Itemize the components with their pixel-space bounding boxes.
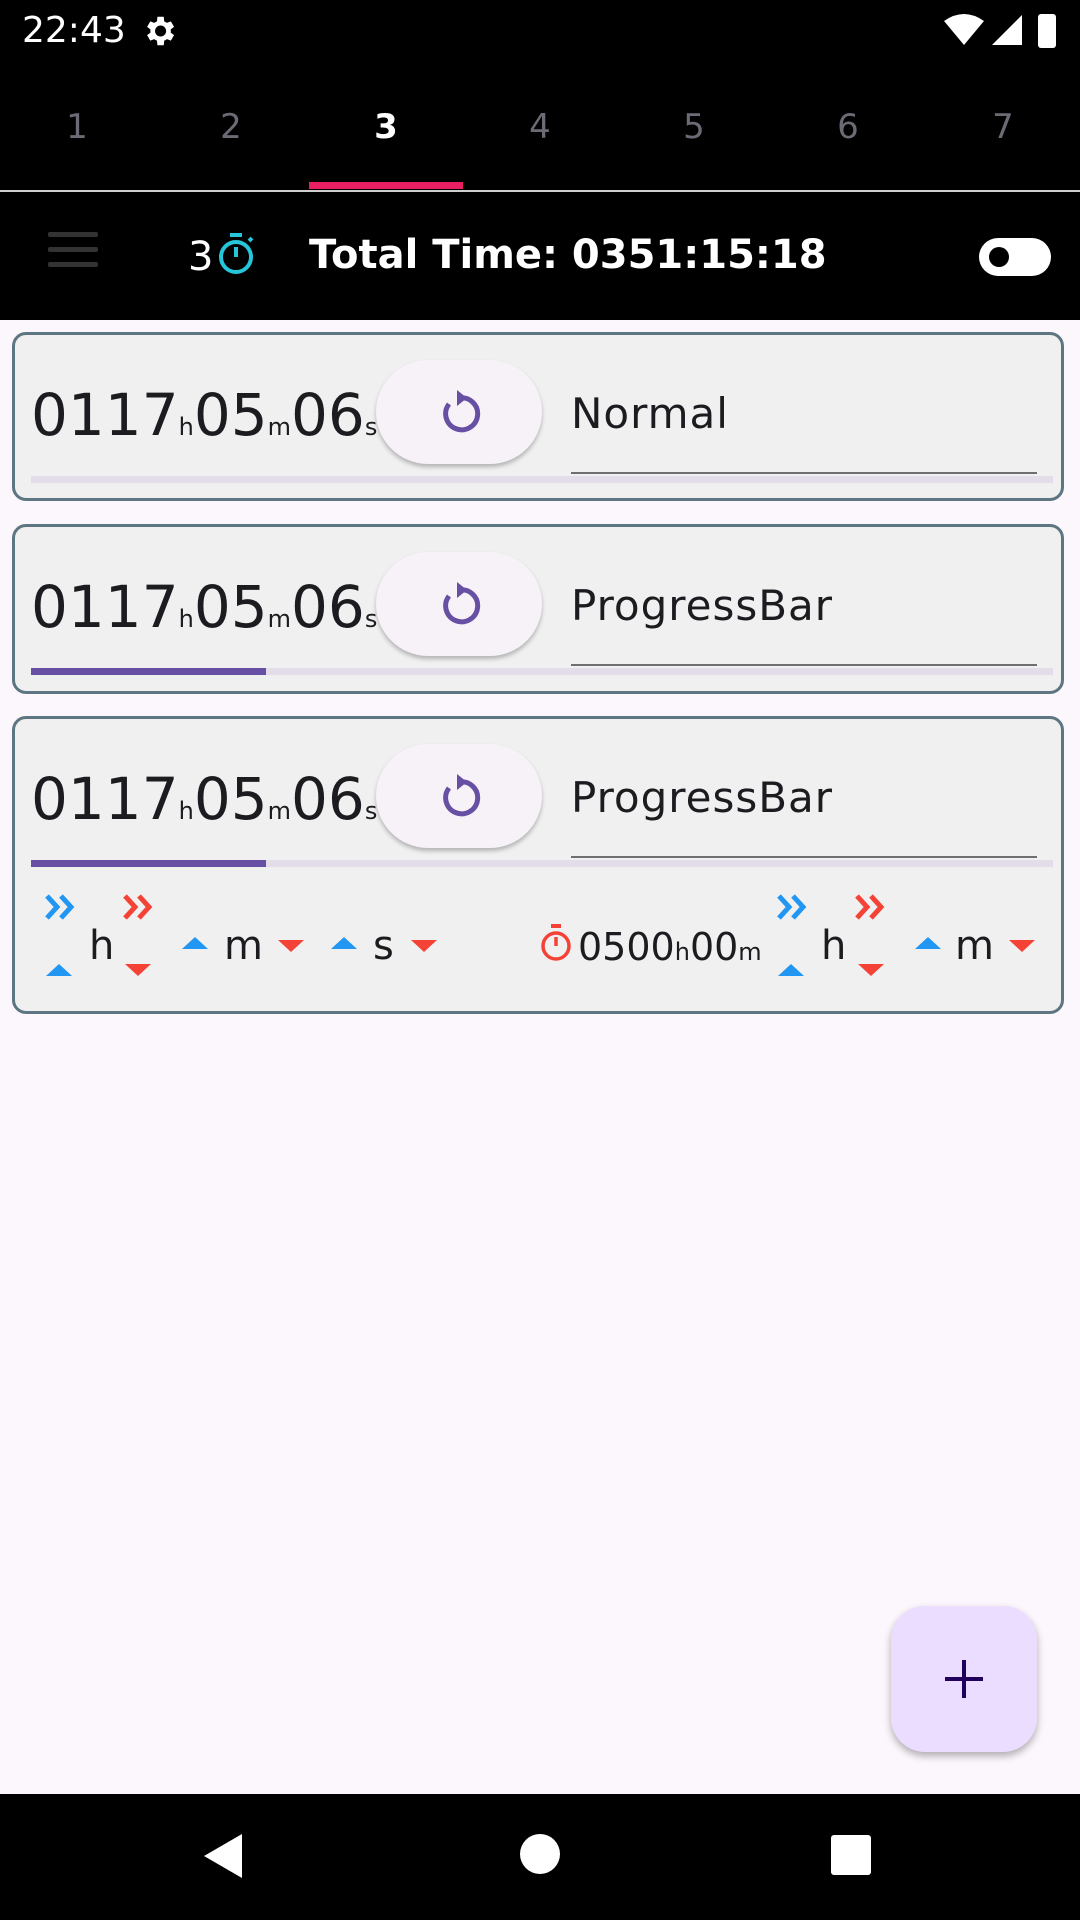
timer-name[interactable]: ProgressBar bbox=[571, 773, 833, 822]
target-hours: 0500 bbox=[578, 925, 675, 969]
reset-button[interactable] bbox=[376, 552, 542, 656]
target-minutes-unit: m bbox=[738, 938, 762, 966]
back-icon[interactable] bbox=[202, 1832, 244, 1880]
target-hours-unit: h bbox=[674, 938, 690, 966]
name-underline bbox=[571, 856, 1037, 858]
tab-5[interactable]: 5 bbox=[617, 64, 771, 190]
tab-4[interactable]: 4 bbox=[463, 64, 617, 190]
target-time: 0500h00m bbox=[578, 925, 762, 969]
target-minutes-label: m bbox=[955, 923, 994, 969]
plus-icon bbox=[945, 1660, 983, 1698]
signal-icon bbox=[992, 15, 1022, 45]
minutes-unit: m bbox=[267, 797, 292, 825]
navigation-bar bbox=[0, 1794, 1080, 1920]
elapsed-time: 0117h05m06s bbox=[31, 765, 377, 833]
status-bar: 22:43 bbox=[0, 0, 1080, 64]
hours-up-button[interactable] bbox=[46, 964, 72, 976]
gear-icon bbox=[147, 16, 175, 46]
timer-icon bbox=[541, 924, 571, 961]
seconds-up-button[interactable] bbox=[331, 937, 357, 949]
elapsed-time: 0117h05m06s bbox=[31, 381, 377, 449]
timer-count: 3 bbox=[188, 234, 214, 280]
hours-unit: h bbox=[178, 797, 194, 825]
minutes-value: 05 bbox=[193, 765, 268, 833]
timer-card: 0117h05m06s ProgressBar h m s 0500h00m h bbox=[12, 716, 1064, 1014]
minutes-up-button[interactable] bbox=[182, 937, 208, 949]
tab-7[interactable]: 7 bbox=[926, 64, 1080, 190]
hours-unit: h bbox=[178, 605, 194, 633]
name-underline bbox=[571, 664, 1037, 666]
hours-fast-down-icon[interactable] bbox=[123, 894, 157, 920]
add-timer-button[interactable] bbox=[891, 1606, 1037, 1752]
menu-icon[interactable] bbox=[48, 232, 98, 274]
minutes-label: m bbox=[224, 923, 263, 969]
tab-indicator bbox=[309, 182, 463, 189]
minutes-value: 05 bbox=[193, 381, 268, 449]
elapsed-time: 0117h05m06s bbox=[31, 573, 377, 641]
timer-name[interactable]: Normal bbox=[571, 389, 729, 438]
tab-2[interactable]: 2 bbox=[154, 64, 308, 190]
seconds-label: s bbox=[373, 923, 394, 969]
refresh-icon bbox=[443, 582, 481, 625]
progress-fill bbox=[31, 860, 267, 867]
seconds-value: 06 bbox=[291, 573, 365, 641]
progress-track bbox=[31, 476, 1053, 483]
hours-unit: h bbox=[178, 413, 194, 441]
header-bar: 3 Total Time: 0351:15:18 bbox=[0, 192, 1080, 320]
battery-icon bbox=[1038, 14, 1056, 48]
timer-name[interactable]: ProgressBar bbox=[571, 581, 833, 630]
tab-bar: 1 2 3 4 5 6 7 bbox=[0, 64, 1080, 192]
progress-track bbox=[31, 860, 1053, 867]
hours-down-button[interactable] bbox=[125, 964, 151, 976]
name-underline bbox=[571, 472, 1037, 474]
stopwatch-icon bbox=[219, 233, 254, 274]
hours-value: 0117 bbox=[31, 765, 179, 833]
target-hours-up-button[interactable] bbox=[778, 964, 804, 976]
recents-icon[interactable] bbox=[831, 1835, 871, 1875]
status-time: 22:43 bbox=[22, 10, 126, 51]
toggle-knob bbox=[989, 247, 1009, 267]
minutes-unit: m bbox=[267, 413, 292, 441]
toggle-switch[interactable] bbox=[979, 238, 1051, 276]
minutes-value: 05 bbox=[193, 573, 268, 641]
hours-value: 0117 bbox=[31, 573, 179, 641]
timer-card: 0117h05m06s Normal bbox=[12, 332, 1064, 501]
refresh-icon bbox=[443, 774, 481, 817]
tab-6[interactable]: 6 bbox=[771, 64, 925, 190]
hours-value: 0117 bbox=[31, 381, 179, 449]
hours-fast-up-icon[interactable] bbox=[45, 894, 79, 920]
target-minutes-up-button[interactable] bbox=[915, 937, 941, 949]
tab-1[interactable]: 1 bbox=[0, 64, 154, 190]
home-icon[interactable] bbox=[520, 1834, 560, 1874]
seconds-down-button[interactable] bbox=[411, 940, 437, 952]
wifi-icon bbox=[944, 14, 984, 45]
target-minutes: 00 bbox=[689, 925, 739, 969]
refresh-icon bbox=[443, 390, 481, 433]
target-hours-label: h bbox=[821, 923, 847, 969]
seconds-value: 06 bbox=[291, 765, 365, 833]
total-time: Total Time: 0351:15:18 bbox=[309, 232, 827, 278]
progress-fill bbox=[31, 668, 267, 675]
seconds-value: 06 bbox=[291, 381, 365, 449]
timer-card: 0117h05m06s ProgressBar bbox=[12, 524, 1064, 694]
target-minutes-down-button[interactable] bbox=[1009, 940, 1035, 952]
target-hours-fast-up-icon[interactable] bbox=[777, 894, 811, 920]
hours-label: h bbox=[89, 923, 115, 969]
target-hours-down-button[interactable] bbox=[858, 964, 884, 976]
tab-3[interactable]: 3 bbox=[309, 64, 463, 190]
reset-button[interactable] bbox=[376, 360, 542, 464]
minutes-unit: m bbox=[267, 605, 292, 633]
progress-track bbox=[31, 668, 1053, 675]
minutes-down-button[interactable] bbox=[278, 940, 304, 952]
target-hours-fast-down-icon[interactable] bbox=[855, 894, 889, 920]
reset-button[interactable] bbox=[376, 744, 542, 848]
